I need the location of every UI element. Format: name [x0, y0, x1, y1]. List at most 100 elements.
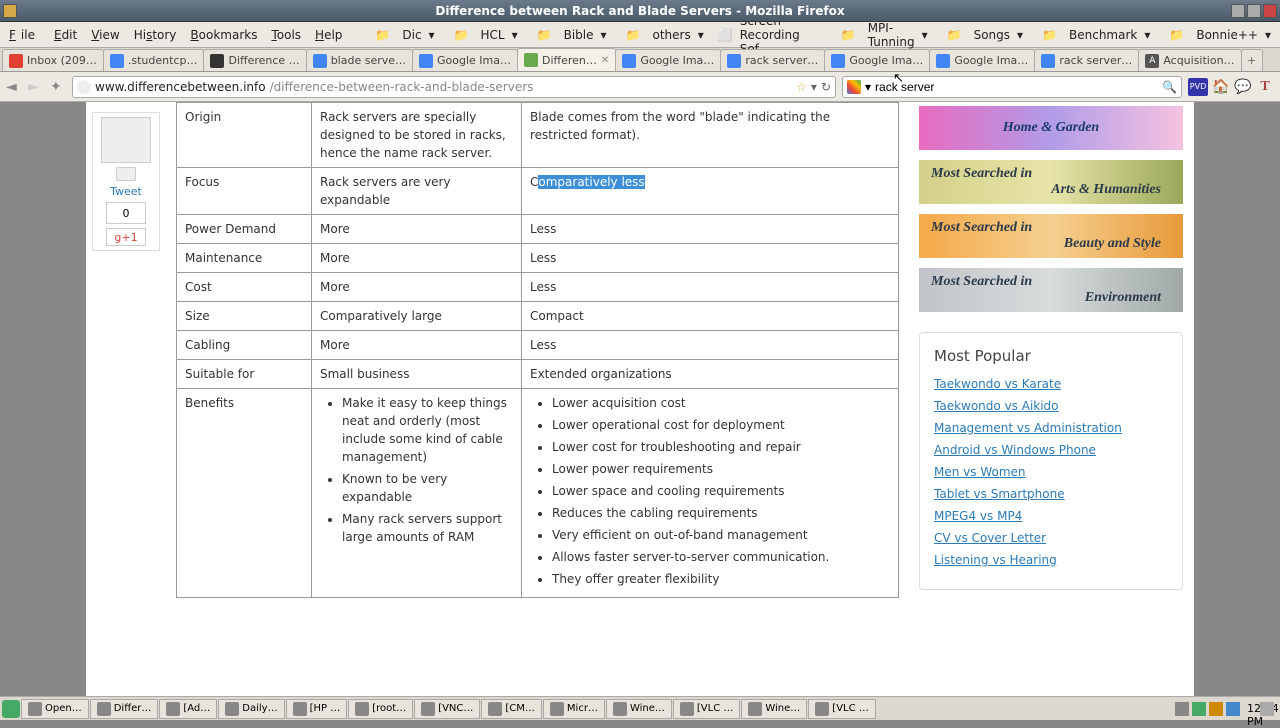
- taskbar-button[interactable]: [VLC …: [808, 699, 875, 719]
- menu-bookmarks[interactable]: Bookmarks: [185, 26, 262, 44]
- popular-link[interactable]: Men vs Women: [934, 465, 1168, 479]
- table-row: CablingMoreLess: [177, 331, 899, 360]
- tray-icon[interactable]: [1175, 702, 1189, 716]
- table-row: Power DemandMoreLess: [177, 215, 899, 244]
- popular-link[interactable]: CV vs Cover Letter: [934, 531, 1168, 545]
- back-button[interactable]: ◄: [6, 79, 22, 95]
- tab-google-images-3[interactable]: Google Ima…: [824, 49, 930, 71]
- tab-difference-1[interactable]: Difference …: [203, 49, 306, 71]
- table-row: Benefits Make it easy to keep things nea…: [177, 389, 899, 598]
- list-item: Make it easy to keep things neat and ord…: [342, 394, 513, 466]
- chat-icon[interactable]: 💬: [1234, 78, 1252, 96]
- taskbar-button[interactable]: Wine…: [741, 699, 807, 719]
- taskbar-button[interactable]: [Ad…: [159, 699, 217, 719]
- popular-link[interactable]: Taekwondo vs Aikido: [934, 399, 1168, 413]
- taskbar-button[interactable]: Differ…: [90, 699, 159, 719]
- system-tray: 12:04 PM: [1171, 702, 1278, 716]
- list-item: Lower space and cooling requirements: [552, 482, 890, 500]
- popular-link[interactable]: MPEG4 vs MP4: [934, 509, 1168, 523]
- tray-icon[interactable]: [1192, 702, 1206, 716]
- banner-home-garden[interactable]: Home & Garden: [919, 106, 1183, 150]
- right-sidebar: Home & Garden Most Searched inArts & Hum…: [909, 102, 1194, 696]
- text-icon[interactable]: T: [1256, 78, 1274, 96]
- google-icon[interactable]: [847, 80, 861, 94]
- clock[interactable]: 12:04 PM: [1243, 702, 1257, 716]
- forward-button[interactable]: ►: [28, 79, 44, 95]
- popular-link[interactable]: Taekwondo vs Karate: [934, 377, 1168, 391]
- menu-history[interactable]: History: [129, 26, 182, 44]
- site-identity-icon[interactable]: [77, 80, 91, 94]
- taskbar-button[interactable]: Micr…: [543, 699, 605, 719]
- tray-icon[interactable]: [1226, 702, 1240, 716]
- start-menu-icon[interactable]: [2, 700, 20, 718]
- activity-icon[interactable]: ✦: [50, 79, 66, 95]
- banner-environment[interactable]: Most Searched inEnvironment: [919, 268, 1183, 312]
- bookmark-dic[interactable]: 📁Dic▾: [365, 24, 439, 46]
- close-icon[interactable]: [1263, 4, 1277, 18]
- taskbar-button[interactable]: [VNC…: [414, 699, 480, 719]
- tab-rack-server-2[interactable]: rack server…: [1034, 49, 1139, 71]
- bookmark-others[interactable]: 📁others▾: [616, 24, 709, 46]
- feed-icon[interactable]: ▾: [811, 80, 817, 94]
- tab-acquisition[interactable]: AAcquisition…: [1138, 49, 1241, 71]
- tab-google-images-4[interactable]: Google Ima…: [929, 49, 1035, 71]
- search-input[interactable]: [875, 80, 1158, 94]
- tab-current[interactable]: Differen…✕: [517, 48, 616, 71]
- menubar: File Edit View History Bookmarks Tools H…: [0, 22, 1280, 48]
- bookmark-benchmark[interactable]: 📁Benchmark▾: [1032, 24, 1155, 46]
- tray-icon[interactable]: [1209, 702, 1223, 716]
- bookmark-bible[interactable]: 📁Bible▾: [527, 24, 612, 46]
- bookmark-star-icon[interactable]: ☆: [796, 80, 807, 94]
- popular-link[interactable]: Management vs Administration: [934, 421, 1168, 435]
- taskbar-button[interactable]: Wine…: [606, 699, 672, 719]
- show-desktop-icon[interactable]: [1260, 702, 1274, 716]
- tab-google-images-1[interactable]: Google Ima…: [412, 49, 518, 71]
- banner-beauty-style[interactable]: Most Searched inBeauty and Style: [919, 214, 1183, 258]
- new-tab-button[interactable]: +: [1241, 49, 1263, 71]
- share-placeholder: [101, 117, 151, 163]
- popular-link[interactable]: Android vs Windows Phone: [934, 443, 1168, 457]
- menu-tools[interactable]: Tools: [266, 26, 306, 44]
- taskbar-button[interactable]: [CM…: [481, 699, 542, 719]
- table-row: FocusRack servers are very expandableCom…: [177, 168, 899, 215]
- bookmark-hcl[interactable]: 📁HCL▾: [444, 24, 523, 46]
- tab-rack-server-1[interactable]: rack server…: [720, 49, 825, 71]
- tab-blade-server[interactable]: blade serve…: [306, 49, 413, 71]
- search-box[interactable]: ▾ 🔍: [842, 76, 1182, 98]
- menu-view[interactable]: View: [86, 26, 124, 44]
- list-item: Very efficient on out-of-band management: [552, 526, 890, 544]
- home-icon[interactable]: 🏠: [1212, 78, 1230, 96]
- list-item: Lower operational cost for deployment: [552, 416, 890, 434]
- maximize-icon[interactable]: [1247, 4, 1261, 18]
- window-menu-icon[interactable]: [3, 4, 17, 18]
- menu-help[interactable]: Help: [310, 26, 347, 44]
- reload-icon[interactable]: ↻: [821, 80, 831, 94]
- menu-file[interactable]: File: [4, 26, 45, 44]
- tab-inbox[interactable]: Inbox (209…: [2, 49, 104, 71]
- gplus-button[interactable]: g+1: [106, 228, 146, 246]
- article-content: OriginRack servers are specially designe…: [166, 102, 909, 696]
- taskbar-button[interactable]: [root…: [348, 699, 413, 719]
- taskbar-button[interactable]: [VLC …: [673, 699, 740, 719]
- tweet-button[interactable]: Tweet: [110, 185, 142, 198]
- bookmark-songs[interactable]: 📁Songs▾: [937, 24, 1028, 46]
- search-submit-icon[interactable]: 🔍: [1162, 80, 1177, 94]
- popular-link[interactable]: Tablet vs Smartphone: [934, 487, 1168, 501]
- tab-studentcp[interactable]: .studentcp…: [103, 49, 205, 71]
- taskbar-button[interactable]: Daily…: [218, 699, 284, 719]
- taskbar-button[interactable]: [HP …: [286, 699, 348, 719]
- tab-google-images-2[interactable]: Google Ima…: [615, 49, 721, 71]
- minimize-icon[interactable]: [1231, 4, 1245, 18]
- popular-link[interactable]: Listening vs Hearing: [934, 553, 1168, 567]
- taskbar-button[interactable]: Open…: [21, 699, 89, 719]
- navigation-toolbar: ◄ ► ✦ www.differencebetween.info/differe…: [0, 72, 1280, 102]
- pvd-icon[interactable]: PVD: [1188, 78, 1208, 96]
- table-row: OriginRack servers are specially designe…: [177, 103, 899, 168]
- list-item: Lower cost for troubleshooting and repai…: [552, 438, 890, 456]
- menu-edit[interactable]: Edit: [49, 26, 82, 44]
- search-engine-dropdown[interactable]: ▾: [865, 80, 871, 94]
- banner-arts-humanities[interactable]: Most Searched inArts & Humanities: [919, 160, 1183, 204]
- url-input[interactable]: www.differencebetween.info/difference-be…: [72, 76, 836, 98]
- bookmark-bonnie[interactable]: 📁Bonnie++▾: [1159, 24, 1276, 46]
- tab-close-icon[interactable]: ✕: [601, 55, 609, 66]
